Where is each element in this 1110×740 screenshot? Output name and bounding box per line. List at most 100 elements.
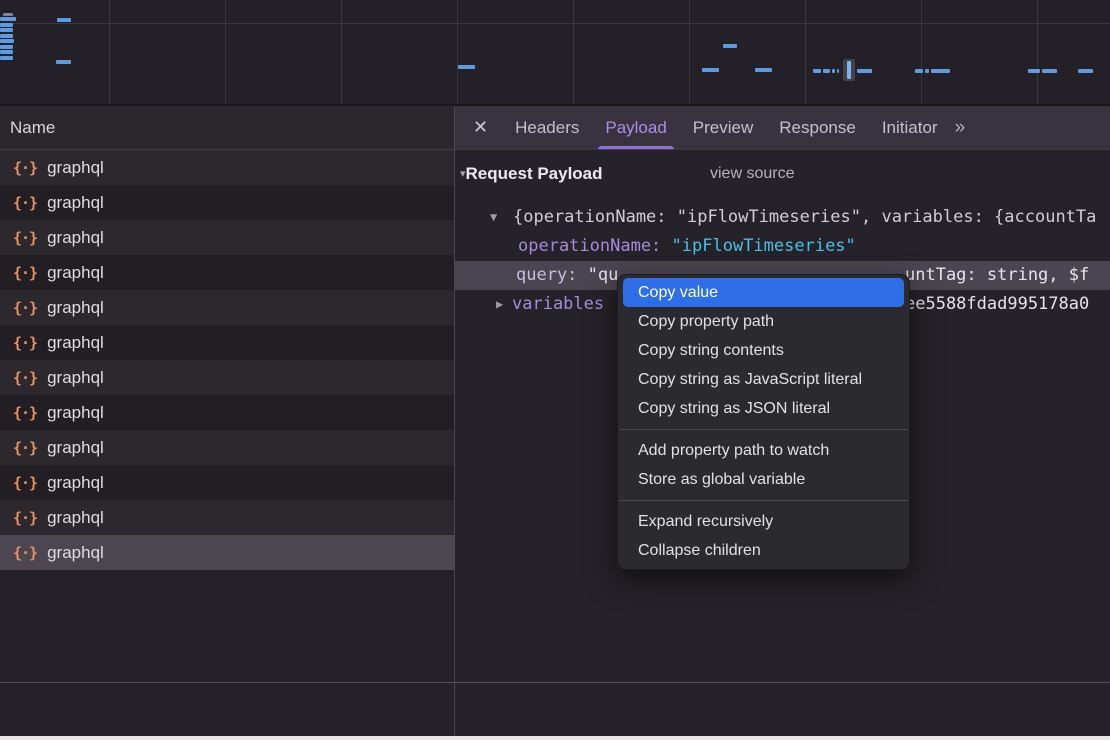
request-row[interactable]: {·} graphql [0,360,454,395]
request-row[interactable]: {·}graphql [0,535,454,570]
request-payload-title: Request Payload [466,164,603,183]
overview-gridline [689,0,690,104]
overview-gridline [921,0,922,104]
overview-gridline [573,0,574,104]
request-name: graphql [47,403,104,423]
overview-request-bar [723,44,737,48]
json-request-icon: {·} [13,509,37,527]
tab-headers[interactable]: Headers [502,106,592,149]
menu-item-copy-string-as-json-literal[interactable]: Copy string as JSON literal [618,394,909,423]
overview-divider-line [0,23,1110,24]
request-name: graphql [47,228,104,248]
overview-request-bar [458,65,475,69]
json-request-icon: {·} [13,229,37,247]
request-name: graphql [47,368,104,388]
property-key: query: [516,265,577,285]
overview-request-bar [813,69,821,73]
json-request-icon: {·} [13,474,37,492]
overview-request-bar [837,69,839,73]
request-name: graphql [47,438,104,458]
request-row[interactable]: {·}graphql [0,290,454,325]
overview-request-bar [0,23,13,27]
expand-collapse-icon[interactable]: ▶ [496,290,503,319]
footer-area [0,683,1110,736]
request-row[interactable]: {·} graphql [0,325,454,360]
overview-gridline [457,0,458,104]
overview-request-bar [0,50,13,54]
menu-item-copy-string-contents[interactable]: Copy string contents [618,336,909,365]
tab-initiator[interactable]: Initiator [869,106,951,149]
panel-split-divider[interactable] [454,106,455,736]
menu-item-copy-string-as-javascript-literal[interactable]: Copy string as JavaScript literal [618,365,909,394]
context-menu: Copy valueCopy property pathCopy string … [617,274,910,570]
overview-request-bar [0,34,13,38]
overview-request-bar [0,56,13,60]
request-row[interactable]: {·}graphql [0,465,454,500]
view-source-link[interactable]: view source [710,165,794,183]
tab-preview[interactable]: Preview [680,106,766,149]
panel-header-row: Name ✕ HeadersPayloadPreviewResponseInit… [0,106,1110,150]
menu-divider [619,500,908,501]
tab-payload[interactable]: Payload [592,106,679,149]
overview-request-bar [56,60,71,64]
request-list: {·} graphql {·} graphql {·} graphql {·} graphql… [0,150,454,682]
menu-item-copy-value[interactable]: Copy value [623,278,904,307]
menu-item-expand-recursively[interactable]: Expand recursively [618,507,909,536]
request-name: graphql [47,508,104,528]
overview-gridline [109,0,110,104]
menu-item-add-property-path-to-watch[interactable]: Add property path to watch [618,436,909,465]
request-row[interactable]: {·}graphql [0,150,454,185]
request-payload-section-header: ▾Request Payload view source [460,164,603,184]
json-request-icon: {·} [13,369,37,387]
devtools-network-panel: Name ✕ HeadersPayloadPreviewResponseInit… [0,0,1110,740]
overview-request-bar [847,61,851,79]
column-header-name[interactable]: Name [0,106,454,150]
column-header-name-label: Name [0,106,454,149]
json-request-icon: {·} [13,439,37,457]
overview-request-bar [931,69,950,73]
json-request-icon: {·} [13,334,37,352]
close-icon[interactable]: ✕ [473,117,488,138]
request-row[interactable]: {·}graphql [0,255,454,290]
property-value: "ipFlowTimeseries" [672,236,856,256]
request-row[interactable]: {·} graphql [0,220,454,255]
overview-gridline [805,0,806,104]
tab-response[interactable]: Response [766,106,869,149]
property-value-right-fragment: untTag: string, $f [905,261,1089,290]
request-row[interactable]: {·} graphql [0,430,454,465]
payload-root-preview: {operationName: "ipFlowTimeseries", vari… [513,207,1096,227]
overview-gridline [225,0,226,104]
menu-item-collapse-children[interactable]: Collapse children [618,536,909,565]
property-value-left-fragment: "qu [588,265,619,285]
request-name: graphql [47,333,104,353]
overview-request-bar [915,69,923,73]
more-tabs-icon[interactable]: » [955,117,964,139]
overview-request-bar [0,17,16,21]
menu-divider [619,429,908,430]
overview-request-bar [0,39,14,43]
overview-request-bar [3,13,13,16]
payload-root-row[interactable]: ▼ {operationName: "ipFlowTimeseries", var… [455,203,1110,232]
overview-request-bar [57,18,71,22]
overview-request-bar [1042,69,1057,73]
menu-item-store-as-global-variable[interactable]: Store as global variable [618,465,909,494]
menu-item-copy-property-path[interactable]: Copy property path [618,307,909,336]
request-name: graphql [47,298,104,318]
request-name: graphql [47,158,104,178]
request-row[interactable]: {·} graphql [0,500,454,535]
overview-request-bar [857,69,872,73]
request-row[interactable]: {·} graphql [0,185,454,220]
request-name: graphql [47,193,104,213]
property-key: operationName: [518,236,661,256]
json-request-icon: {·} [13,194,37,212]
overview-request-bar [755,68,772,72]
request-row[interactable]: {·}graphql [0,395,454,430]
payload-operation-row[interactable]: operationName: "ipFlowTimeseries" [455,232,1110,261]
json-request-icon: {·} [13,544,37,562]
network-overview-timeline[interactable] [0,0,1110,106]
overview-request-bar [702,68,719,72]
overview-request-bar [823,69,830,73]
expand-collapse-icon[interactable]: ▼ [490,203,497,232]
overview-gridline [341,0,342,104]
property-value-right-fragment: ee5588fdad995178a0 [905,290,1089,319]
